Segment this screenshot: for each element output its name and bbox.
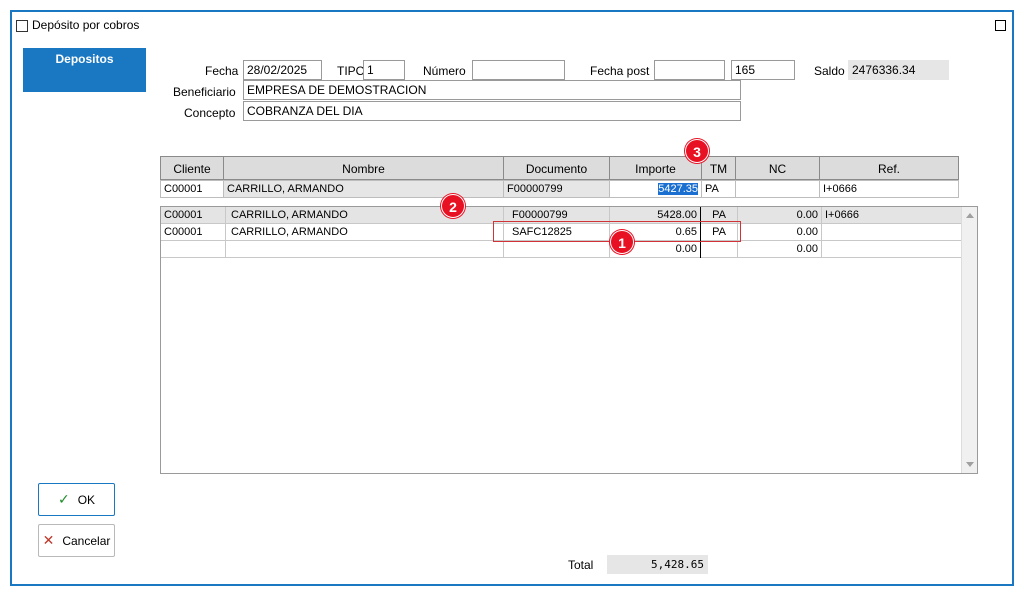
cancel-button[interactable]: ✕ Cancelar (38, 524, 115, 557)
fecha-post-field[interactable] (654, 60, 725, 80)
beneficiario-field[interactable]: EMPRESA DE DEMOSTRACION (243, 80, 741, 100)
col-nombre-header[interactable]: Nombre (223, 156, 504, 180)
title-bar: Depósito por cobros (12, 12, 1012, 38)
checkmark-icon: ✓ (57, 491, 70, 507)
col-documento-header[interactable]: Documento (503, 156, 610, 180)
beneficiario-label: Beneficiario (173, 85, 236, 99)
scroll-up-icon[interactable] (966, 213, 974, 218)
concepto-label: Concepto (184, 106, 236, 120)
depositos-button[interactable]: Depositos (23, 48, 146, 92)
tipo-label: TIPO (337, 64, 366, 78)
entry-nombre: CARRILLO, ARMANDO (223, 180, 504, 198)
entry-documento[interactable]: F00000799 (503, 180, 610, 198)
tipo-field[interactable]: 1 (363, 60, 405, 80)
maximize-icon[interactable] (995, 20, 1006, 31)
entry-ref[interactable]: I+0666 (819, 180, 959, 198)
fecha-label: Fecha (205, 64, 239, 78)
row-ref (822, 241, 962, 257)
close-icon: ✕ (42, 532, 55, 548)
ok-button[interactable]: ✓ OK (38, 483, 115, 516)
saldo-label: Saldo (814, 64, 845, 78)
row-cliente: C00001 (161, 207, 226, 223)
total-label: Total (568, 558, 594, 572)
entry-nc[interactable] (735, 180, 820, 198)
fecha-field[interactable]: 28/02/2025 (243, 60, 322, 80)
annotation-badge-2: 2 (441, 194, 465, 218)
col-ref-header[interactable]: Ref. (819, 156, 959, 180)
row-tm (701, 241, 738, 257)
vertical-scrollbar[interactable] (961, 207, 977, 473)
row-nombre: CARRILLO, ARMANDO (226, 224, 504, 240)
row-documento (504, 241, 610, 257)
total-field: 5,428.65 (607, 555, 708, 574)
entry-cliente[interactable]: C00001 (160, 180, 224, 198)
col-cliente-header[interactable]: Cliente (160, 156, 224, 180)
saldo-field: 2476336.34 (848, 60, 949, 80)
table-row[interactable]: 0.00 0.00 (161, 241, 962, 258)
row-nombre (226, 241, 504, 257)
window-icon (16, 20, 28, 32)
cancel-label: Cancelar (62, 533, 111, 548)
row-nc: 0.00 (738, 241, 822, 257)
numero-field[interactable] (472, 60, 565, 80)
row-nc: 0.00 (738, 207, 822, 223)
row-ref: I+0666 (822, 207, 962, 223)
secondary-number-field[interactable]: 165 (731, 60, 795, 80)
entry-tm[interactable]: PA (701, 180, 736, 198)
row-cliente: C00001 (161, 224, 226, 240)
row-nc: 0.00 (738, 224, 822, 240)
window-title: Depósito por cobros (32, 18, 140, 32)
col-tm-header[interactable]: TM (701, 156, 736, 180)
fecha-post-label: Fecha post (590, 64, 650, 78)
numero-label: Número (423, 64, 466, 78)
row-cliente (161, 241, 226, 257)
ok-label: OK (77, 492, 96, 507)
scroll-down-icon[interactable] (966, 462, 974, 467)
deposit-window: Depósito por cobros Depositos Fecha 28/0… (10, 10, 1014, 586)
annotation-badge-3: 3 (685, 139, 709, 163)
entry-importe-value: 5427.35 (658, 183, 698, 195)
concepto-field[interactable]: COBRANZA DEL DIA (243, 101, 741, 121)
col-nc-header[interactable]: NC (735, 156, 820, 180)
row-ref (822, 224, 962, 240)
entry-importe[interactable]: 5427.35 (609, 180, 702, 198)
detail-grid[interactable]: C00001 CARRILLO, ARMANDO F00000799 5428.… (160, 206, 978, 474)
annotation-badge-1: 1 (610, 230, 634, 254)
